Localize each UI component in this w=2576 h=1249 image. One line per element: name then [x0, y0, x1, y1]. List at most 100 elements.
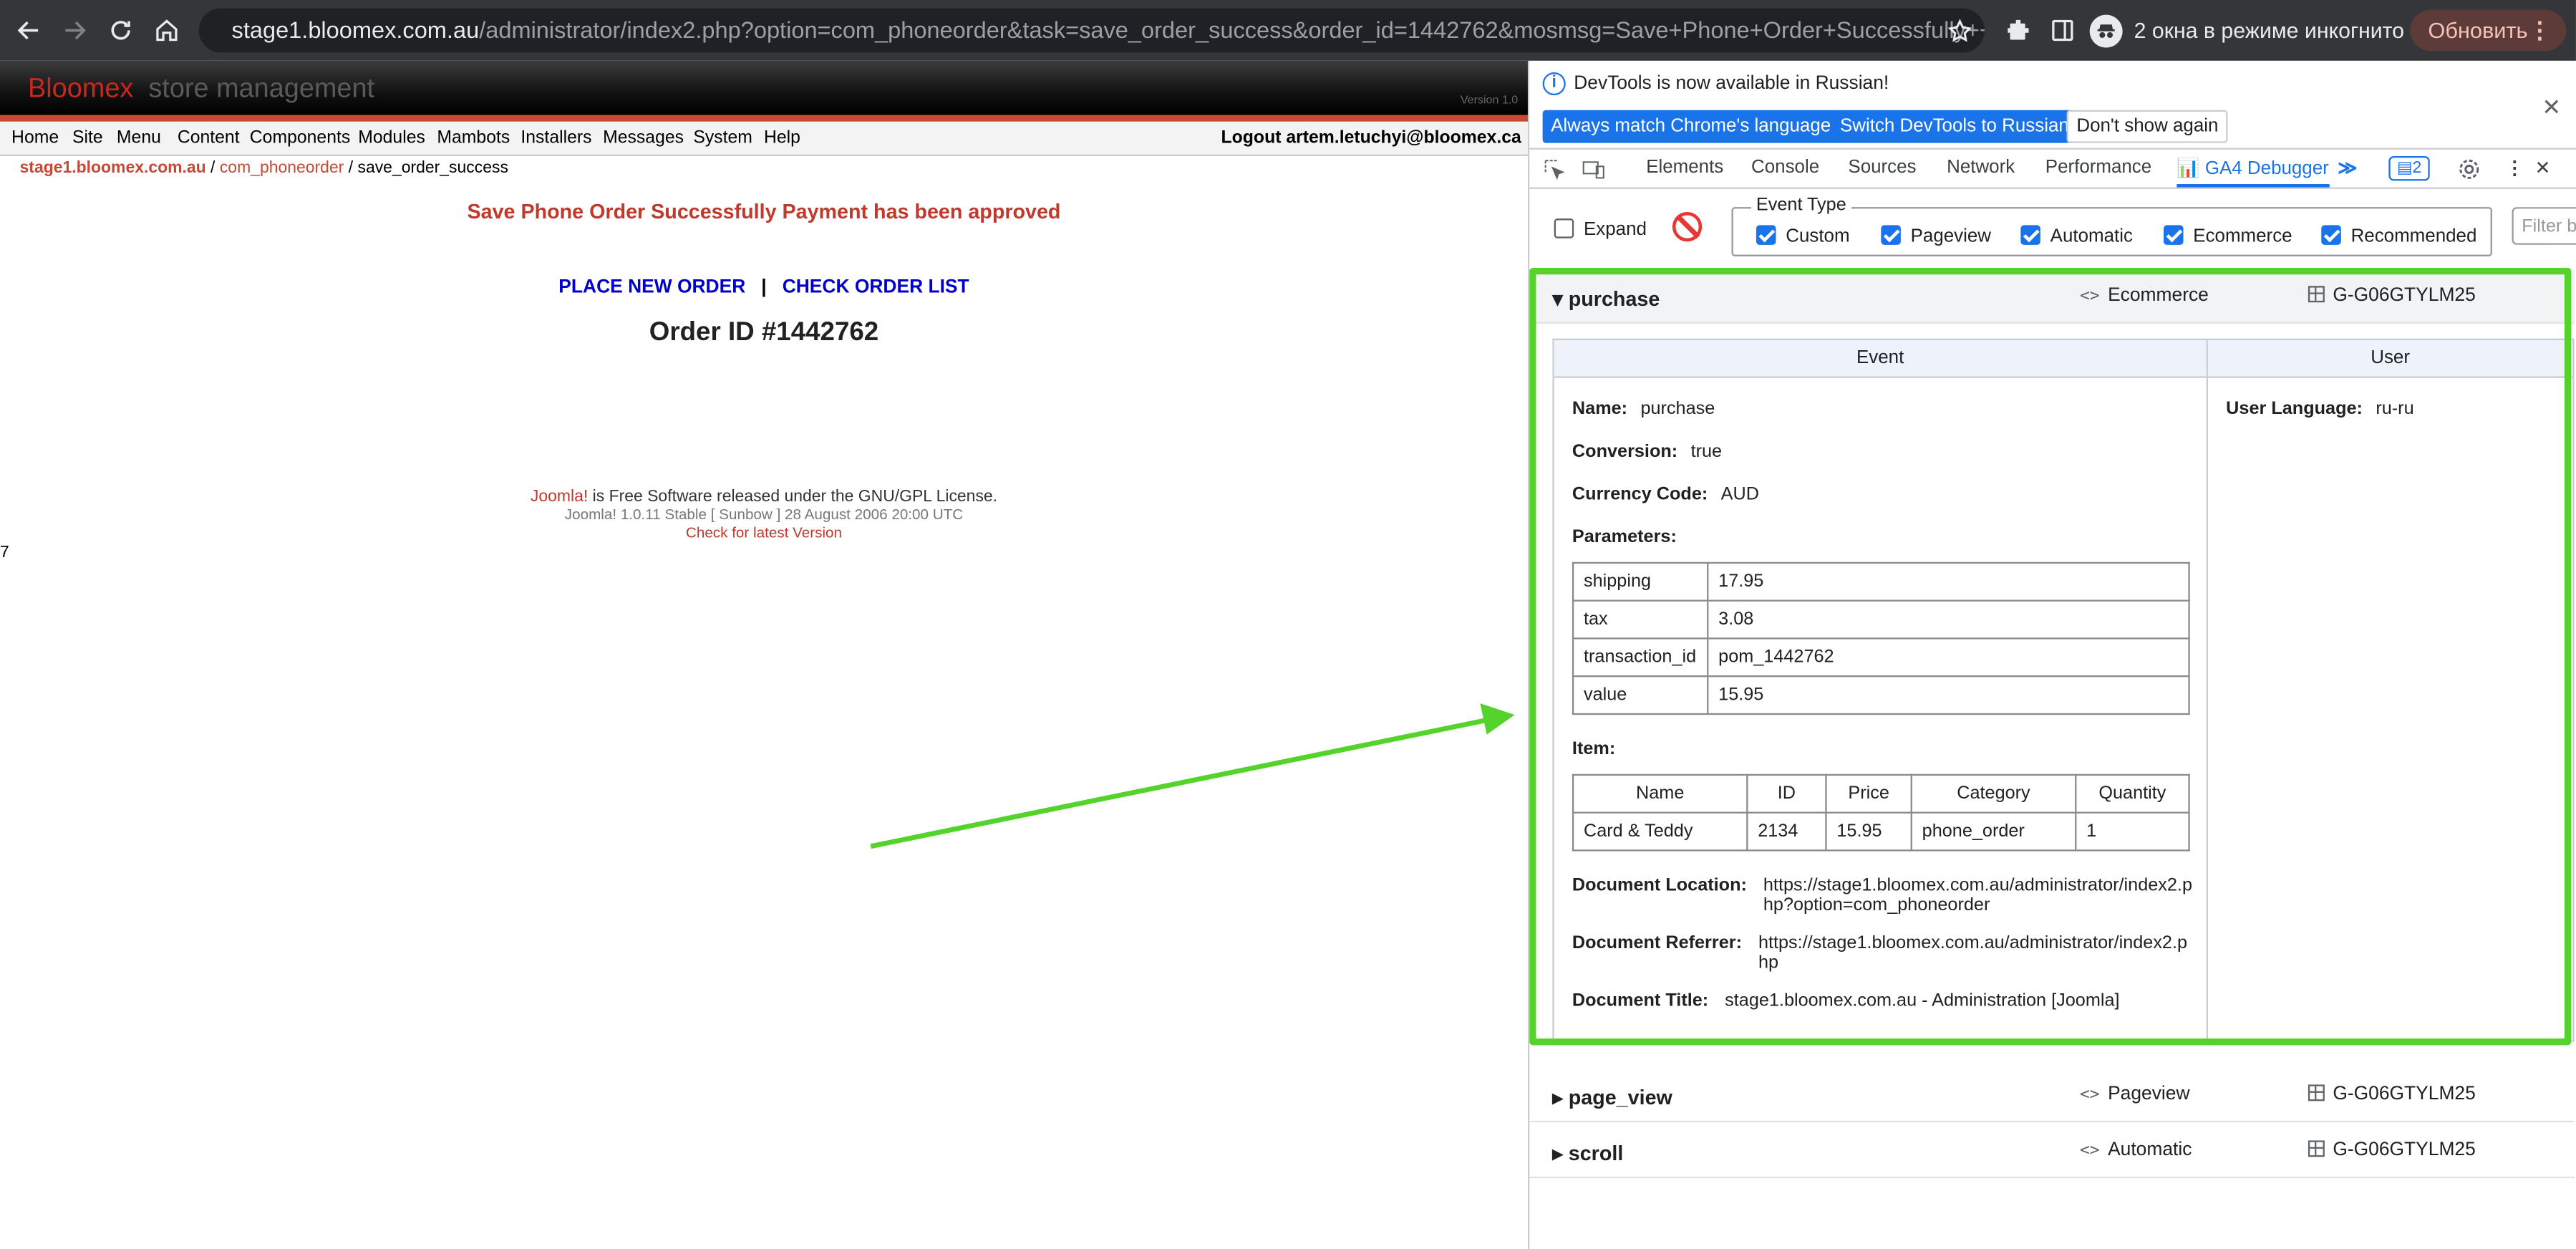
- filter-automatic[interactable]: Automatic: [2020, 225, 2133, 246]
- measurement-id: G-G06GTYLM25: [2308, 1084, 2476, 1104]
- filter-bar: Expand Event Type Custom Pageview Automa…: [1529, 191, 2576, 263]
- filter-recommended[interactable]: Recommended: [2321, 225, 2476, 246]
- filter-ecommerce[interactable]: Ecommerce: [2163, 225, 2292, 246]
- back-icon[interactable]: [8, 10, 47, 49]
- version-tag: Version 1.0: [1460, 95, 1519, 107]
- joomla-footer: Joomla! is Free Software released under …: [0, 488, 1528, 542]
- measurement-id: G-G06GTYLM25: [2308, 1140, 2476, 1160]
- dont-show-button[interactable]: Don't show again: [2066, 110, 2229, 143]
- menu-item-system[interactable]: System: [693, 128, 752, 148]
- code-icon: <>: [2079, 1086, 2100, 1104]
- table-row: shipping 17.95: [1572, 561, 2190, 602]
- menu-item-mambots[interactable]: Mambots: [437, 128, 510, 148]
- detail-user-language: User Language: ru-ru: [2226, 399, 2414, 420]
- menu-item-components[interactable]: Components: [250, 128, 350, 148]
- custom-checkbox[interactable]: [1756, 225, 1776, 245]
- url-path: /administrator/index2.php?option=com_pho…: [479, 17, 1985, 44]
- extensions-icon[interactable]: [1998, 10, 2037, 49]
- check-order-list-link[interactable]: CHECK ORDER LIST: [783, 278, 969, 298]
- incognito-label: 2 окна в режиме инкогнито: [2134, 18, 2404, 43]
- devtools-panel: i DevTools is now available in Russian! …: [1527, 60, 2576, 1249]
- expand-toggle[interactable]: Expand: [1554, 218, 1647, 240]
- incognito-indicator[interactable]: 2 окна в режиме инкогнито: [2089, 8, 2404, 52]
- event-purchase: ▾ purchase <> Ecommerce G-G06GTYLM25 Even…: [1529, 269, 2575, 1042]
- header-divider: [0, 115, 1528, 122]
- detail-name: Name: purchase: [1572, 399, 1715, 420]
- logout-link[interactable]: Logout artem.letuchyi@bloomex.ca: [1221, 128, 1521, 148]
- breadcrumb-site[interactable]: stage1.bloomex.com.au: [20, 160, 206, 178]
- reload-icon[interactable]: [100, 10, 140, 49]
- pageview-checkbox[interactable]: [1881, 225, 1901, 245]
- tab-sources[interactable]: Sources: [1848, 158, 1916, 178]
- event-details-column: Event Name: purchase Conversion: true Curr…: [1552, 338, 2207, 1042]
- more-tabs-icon[interactable]: ≫: [2338, 158, 2357, 180]
- filter-custom[interactable]: Custom: [1756, 225, 1850, 246]
- forward-icon[interactable]: [54, 10, 94, 49]
- menu-item-site[interactable]: Site: [72, 128, 103, 148]
- tab-elements[interactable]: Elements: [1646, 158, 1723, 178]
- event-name: ▸ page_view: [1552, 1086, 1672, 1109]
- ecommerce-checkbox[interactable]: [2163, 225, 2184, 245]
- side-panel-icon[interactable]: [2042, 10, 2081, 49]
- menu-item-content[interactable]: Content: [178, 128, 240, 148]
- menu-item-installers[interactable]: Installers: [520, 128, 591, 148]
- issues-badge[interactable]: ▤ 2: [2388, 155, 2430, 181]
- place-new-order-link[interactable]: PLACE NEW ORDER: [558, 278, 745, 298]
- user-column-header: User: [2207, 339, 2573, 378]
- event-header-scroll[interactable]: ▸ scroll <> Automatic G-G06GTYLM25: [1529, 1124, 2575, 1179]
- menu-item-help[interactable]: Help: [764, 128, 800, 148]
- more-menu-icon[interactable]: ⋮: [2528, 16, 2551, 44]
- switch-russian-button[interactable]: Switch DevTools to Russian: [1831, 110, 2078, 143]
- tab-performance[interactable]: Performance: [2045, 158, 2151, 178]
- joomla-header: Bloomex store management Version 1.0: [0, 60, 1528, 115]
- table-row: tax 3.08: [1572, 599, 2190, 640]
- user-details-column: User User Language: ru-ru: [2206, 338, 2575, 1042]
- filter-input[interactable]: Filter by: [2512, 207, 2576, 245]
- devtools-menu-icon[interactable]: ⋮: [2505, 158, 2524, 180]
- automatic-checkbox[interactable]: [2020, 225, 2040, 245]
- event-header-page-view[interactable]: ▸ page_view <> Pageview G-G06GTYLM25: [1529, 1068, 2575, 1123]
- device-toolbar-icon[interactable]: [1582, 158, 1605, 180]
- update-button[interactable]: Обновить ⋮: [2410, 9, 2567, 52]
- tab-console[interactable]: Console: [1751, 158, 1819, 178]
- close-devtools-icon[interactable]: ✕: [2535, 158, 2551, 180]
- home-icon[interactable]: [146, 10, 185, 49]
- table-icon: [2308, 286, 2325, 303]
- table-icon: [2308, 1084, 2325, 1101]
- tab-network[interactable]: Network: [1947, 158, 2015, 178]
- detail-currency: Currency Code: AUD: [1572, 484, 1759, 505]
- menu-item-messages[interactable]: Messages: [603, 128, 684, 148]
- detail-document-title: Document Title: stage1.bloomex.com.au - A…: [1572, 990, 2120, 1011]
- browser-toolbar: stage1.bloomex.com.au/administrator/inde…: [0, 0, 2576, 61]
- success-message: Save Phone Order Successfully Payment ha…: [467, 200, 1061, 224]
- menu-item-modules[interactable]: Modules: [358, 128, 425, 148]
- event-column-header: Event: [1554, 339, 2207, 378]
- match-language-button[interactable]: Always match Chrome's language: [1542, 110, 1839, 143]
- breadcrumb-component[interactable]: com_phoneorder: [220, 160, 344, 178]
- detail-document-referrer: Document Referrer: https://stage1.bloomex…: [1572, 933, 2188, 973]
- menu-item-menu[interactable]: Menu: [117, 128, 161, 148]
- event-type-filter: Event Type Custom Pageview Automatic Eco…: [1731, 196, 2492, 256]
- settings-gear-icon[interactable]: [2458, 158, 2481, 180]
- clear-events-icon[interactable]: [1672, 212, 1703, 242]
- event-header-purchase[interactable]: ▾ purchase <> Ecommerce G-G06GTYLM25: [1529, 269, 2575, 324]
- expand-checkbox[interactable]: [1554, 218, 1574, 238]
- address-bar[interactable]: stage1.bloomex.com.au/administrator/inde…: [198, 8, 1985, 53]
- devtools-tabs: Elements Console Sources Network Perform…: [1529, 151, 2576, 189]
- tab-ga4-debugger[interactable]: 📊 GA4 Debugger: [2176, 158, 2329, 188]
- filter-pageview[interactable]: Pageview: [1881, 225, 1991, 246]
- event-type-legend: Event Type: [1751, 196, 1851, 216]
- language-infobar: i DevTools is now available in Russian! …: [1529, 60, 2576, 150]
- joomla-link[interactable]: Joomla!: [531, 488, 588, 506]
- brand-logo: Bloomex store management: [28, 74, 375, 104]
- recommended-checkbox[interactable]: [2321, 225, 2341, 245]
- event-type: <> Pageview: [2079, 1084, 2190, 1104]
- close-infobar-icon[interactable]: ✕: [2542, 94, 2561, 122]
- inspect-icon[interactable]: [1543, 158, 1566, 180]
- table-icon: [2308, 1140, 2325, 1157]
- table-row: transaction_id pom_1442762: [1572, 637, 2190, 677]
- check-version-link[interactable]: Check for latest Version: [0, 524, 1528, 542]
- incognito-icon: [2089, 14, 2123, 47]
- bookmark-star-icon[interactable]: [1947, 18, 1973, 44]
- menu-item-home[interactable]: Home: [11, 128, 59, 148]
